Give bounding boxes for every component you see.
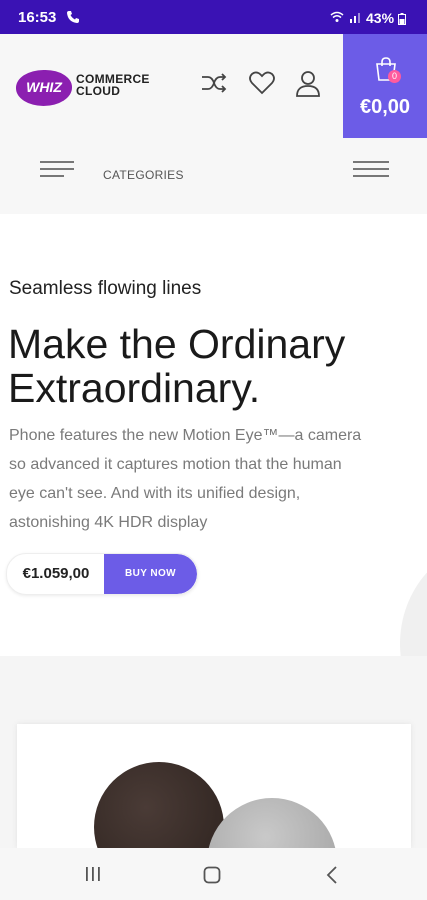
decorative-arc (400, 544, 427, 656)
product-image-gray (207, 798, 337, 848)
cart-total: €0,00 (359, 96, 411, 118)
hamburger-menu-icon[interactable] (353, 161, 389, 182)
logo-badge: WHIZ (16, 70, 72, 106)
site-header: WHIZ COMMERCE CLOUD 0 €0,00 (0, 34, 427, 138)
cart-button[interactable]: 0 €0,00 (343, 34, 427, 138)
categories-menu-icon[interactable] (40, 161, 74, 182)
battery-icon (398, 13, 406, 25)
system-nav-bar (0, 848, 427, 900)
product-card[interactable] (17, 724, 411, 848)
hero-subtitle: Seamless flowing lines (9, 278, 202, 299)
wifi-icon (330, 11, 344, 22)
categories-label[interactable]: CATEGORIES (103, 168, 184, 182)
shuffle-icon[interactable] (200, 70, 228, 96)
user-icon[interactable] (294, 70, 322, 98)
site-logo[interactable]: WHIZ COMMERCE CLOUD (16, 68, 156, 108)
product-price: €1.059,00 (22, 565, 90, 582)
logo-wordmark: COMMERCE CLOUD (76, 72, 150, 98)
product-image-dark (94, 762, 224, 848)
status-bar: 16:53 43% (0, 0, 427, 34)
status-time: 16:53 (18, 9, 57, 26)
call-icon (67, 11, 79, 23)
price-buy-group: €1.059,00 BUY NOW (6, 553, 198, 595)
category-bar: CATEGORIES (0, 138, 427, 214)
cart-count-badge: 0 (388, 70, 401, 83)
hero-title: Make the Ordinary Extraordinary. (8, 321, 346, 411)
home-icon[interactable] (203, 866, 221, 884)
back-icon[interactable] (326, 866, 338, 884)
recent-apps-icon[interactable] (84, 866, 102, 882)
heart-icon[interactable] (248, 70, 276, 96)
hero-description: Phone features the new Motion Eye™—a cam… (9, 427, 362, 531)
hero-banner: Seamless flowing lines Make the Ordinary… (0, 214, 427, 656)
buy-now-button[interactable]: BUY NOW (104, 554, 197, 594)
signal-icon (350, 13, 360, 23)
battery-level: 43% (366, 10, 395, 26)
